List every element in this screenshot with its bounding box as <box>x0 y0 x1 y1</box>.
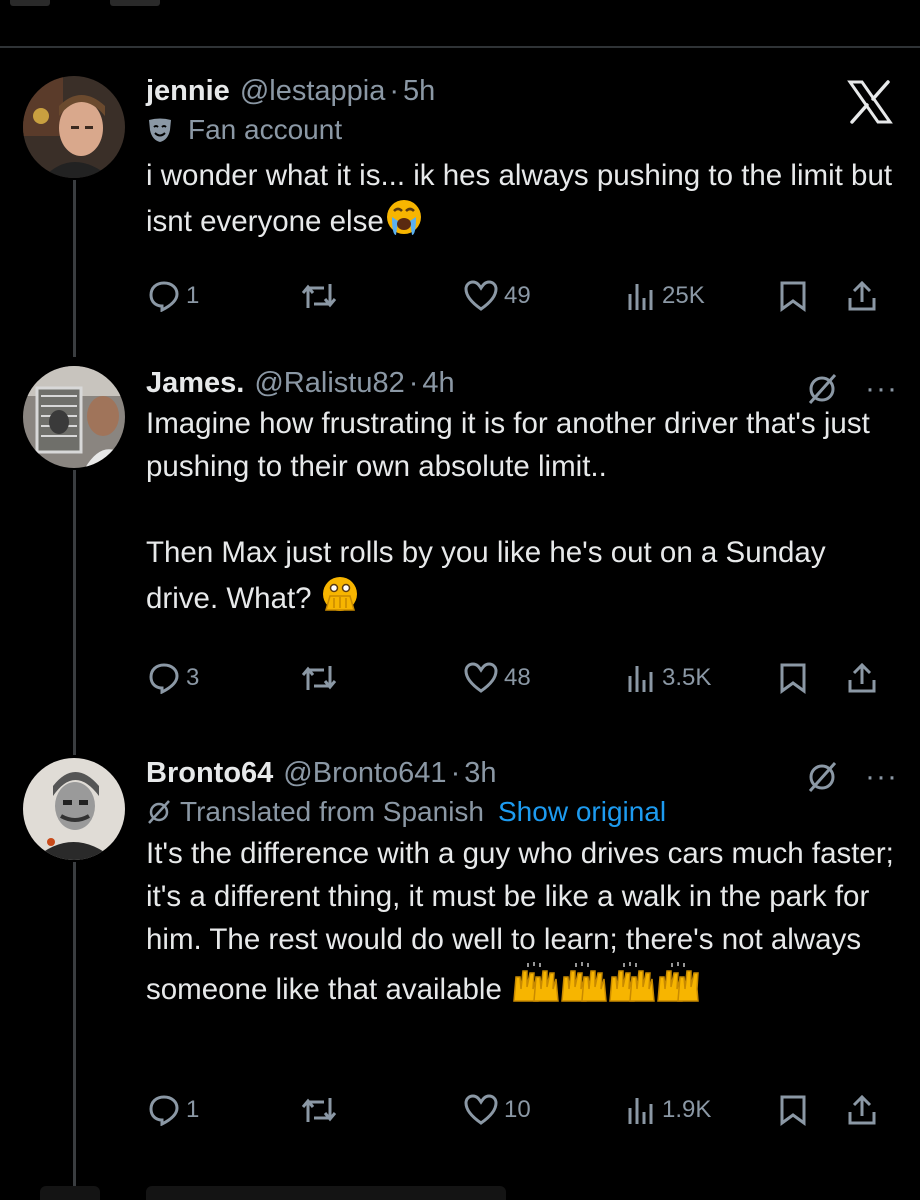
crying-face-icon <box>386 200 421 235</box>
reply-icon <box>149 281 179 312</box>
view-count: 3.5K <box>662 664 712 691</box>
like-button[interactable]: 49 <box>464 280 531 312</box>
share-button[interactable] <box>846 1094 878 1126</box>
show-original-link[interactable]: Show original <box>498 796 666 828</box>
tweet-corner-controls: ··· <box>805 372 898 406</box>
reply-button[interactable]: 1 <box>148 1094 199 1126</box>
separator-dot: · <box>389 75 400 107</box>
repost-icon <box>301 666 337 690</box>
repost-button[interactable] <box>300 662 338 694</box>
tweet[interactable]: Bronto64 @Bronto641 · 3h Translated from… <box>0 756 920 1146</box>
tweet-corner-controls: ··· <box>805 760 898 794</box>
reply-count: 1 <box>186 1096 200 1123</box>
share-button[interactable] <box>846 662 878 694</box>
raising-hands-icon <box>513 962 699 1002</box>
more-options-icon[interactable]: ··· <box>865 762 898 792</box>
like-count: 48 <box>504 664 531 691</box>
share-button[interactable] <box>846 280 878 312</box>
timestamp[interactable]: 5h <box>403 74 435 108</box>
tweet-text: It's the difference with a guy who drive… <box>146 832 898 1011</box>
reply-icon <box>149 1095 179 1126</box>
divider <box>0 46 920 48</box>
translation-notice: Translated from Spanish Show original <box>146 794 898 830</box>
like-button[interactable]: 48 <box>464 662 531 694</box>
separator-dot: · <box>450 757 461 789</box>
views-button[interactable]: 1.9K <box>626 1094 711 1126</box>
view-count: 25K <box>662 282 705 309</box>
views-icon <box>628 666 653 692</box>
share-icon <box>848 1094 876 1125</box>
bookmark-button[interactable] <box>778 662 808 694</box>
bookmark-icon <box>780 1095 806 1126</box>
tweet-text: Imagine how frustrating it is for anothe… <box>146 402 898 620</box>
heart-icon <box>464 1094 498 1125</box>
views-icon <box>628 1098 653 1124</box>
view-count: 1.9K <box>662 1096 712 1123</box>
face-hand-over-mouth-icon <box>322 577 357 611</box>
reply-count: 1 <box>186 282 200 309</box>
bookmark-icon <box>780 663 806 694</box>
tweet[interactable]: James. @Ralistu82 · 4h Imagine how frust… <box>0 366 920 706</box>
views-button[interactable]: 25K <box>626 280 705 312</box>
heart-icon <box>464 280 498 311</box>
translate-slash-icon[interactable] <box>805 372 839 406</box>
repost-icon <box>301 1098 337 1122</box>
previous-post-remnant <box>110 0 160 6</box>
user-handle[interactable]: @Bronto641 <box>283 756 446 790</box>
timestamp[interactable]: 4h <box>422 366 454 400</box>
views-icon <box>628 284 653 310</box>
tweet-text: i wonder what it is... ik hes always pus… <box>146 154 898 243</box>
thread-page: jennie @lestappia · 5h Fan account i won… <box>0 0 920 1200</box>
heart-icon <box>464 662 498 693</box>
translate-slash-icon <box>148 800 170 824</box>
next-tweet-header-peek <box>146 1186 506 1200</box>
reply-button[interactable]: 3 <box>148 662 199 694</box>
repost-icon <box>301 284 337 308</box>
views-button[interactable]: 3.5K <box>626 662 711 694</box>
like-count: 10 <box>504 1096 531 1123</box>
share-icon <box>848 662 876 693</box>
bookmark-button[interactable] <box>778 280 808 312</box>
timestamp[interactable]: 3h <box>464 756 496 790</box>
bookmark-button[interactable] <box>778 1094 808 1126</box>
more-options-icon[interactable]: ··· <box>865 374 898 404</box>
reply-icon <box>149 663 179 694</box>
avatar[interactable] <box>23 758 125 860</box>
tweet-text-content: Imagine how frustrating it is for anothe… <box>146 407 870 615</box>
fan-account-text: Fan account <box>188 114 343 145</box>
bookmark-icon <box>780 281 806 312</box>
tweet[interactable]: jennie @lestappia · 5h Fan account i won… <box>0 74 920 324</box>
tweet-header: jennie @lestappia · 5h <box>146 74 898 108</box>
next-tweet-avatar-peek <box>40 1186 100 1200</box>
display-name[interactable]: jennie <box>146 74 230 108</box>
tweet-text-content: i wonder what it is... ik hes always pus… <box>146 159 901 238</box>
repost-button[interactable] <box>300 280 338 312</box>
translate-slash-icon[interactable] <box>805 760 839 794</box>
tweet-actions: 3 48 3.5K <box>146 662 896 702</box>
repost-button[interactable] <box>300 1094 338 1126</box>
display-name[interactable]: James. <box>146 366 244 400</box>
like-count: 49 <box>504 282 531 309</box>
tweet-header: James. @Ralistu82 · 4h <box>146 366 898 400</box>
user-handle[interactable]: @Ralistu82 <box>254 366 404 400</box>
display-name[interactable]: Bronto64 <box>146 756 273 790</box>
tweet-actions: 1 10 1.9K <box>146 1094 896 1134</box>
fan-account-label: Fan account <box>146 112 898 148</box>
share-icon <box>848 280 876 311</box>
avatar[interactable] <box>23 76 125 178</box>
user-handle[interactable]: @lestappia <box>240 74 386 108</box>
translated-label: Translated from Spanish <box>180 796 484 827</box>
theater-masks-icon <box>149 118 171 142</box>
previous-post-remnant <box>10 0 50 6</box>
reply-count: 3 <box>186 664 200 691</box>
tweet-actions: 1 49 25K <box>146 280 896 320</box>
tweet-header: Bronto64 @Bronto641 · 3h <box>146 756 898 790</box>
avatar[interactable] <box>23 366 125 468</box>
separator-dot: · <box>408 367 419 399</box>
like-button[interactable]: 10 <box>464 1094 531 1126</box>
reply-button[interactable]: 1 <box>148 280 199 312</box>
